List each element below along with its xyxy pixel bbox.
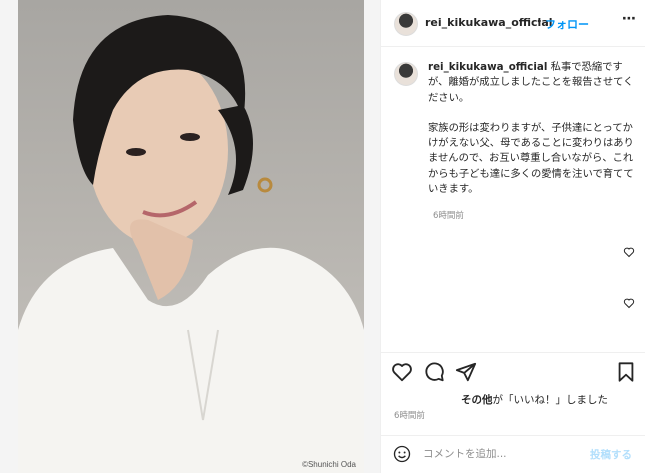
likes-summary: その他が「いいね！」しました <box>461 392 608 407</box>
emoji-icon[interactable] <box>393 445 411 463</box>
portrait-illustration <box>18 15 364 473</box>
more-icon[interactable]: ⋯ <box>622 11 636 27</box>
likes-others-link[interactable]: その他 <box>461 394 493 406</box>
caption-timestamp: 6時間前 <box>433 211 464 221</box>
bookmark-icon[interactable] <box>615 361 637 383</box>
post-timestamp[interactable]: 6時間前 <box>394 409 425 421</box>
heart-icon[interactable] <box>391 361 413 383</box>
avatar[interactable] <box>394 12 418 36</box>
likes-text: が「いいね！」しました <box>492 394 609 406</box>
post-header: rei_kikukawa_official • フォロー ⋯ <box>381 0 645 47</box>
photo-pane: ©Shunichi Oda <box>0 0 380 473</box>
follow-button[interactable]: フォロー <box>545 16 589 32</box>
post-comment-button[interactable]: 投稿する <box>590 447 632 462</box>
post-sidebar: rei_kikukawa_official • フォロー ⋯ rei_kikuk… <box>380 0 645 473</box>
header-username[interactable]: rei_kikukawa_official <box>425 16 553 29</box>
caption-username[interactable]: rei_kikukawa_official <box>428 61 547 73</box>
action-bar <box>381 352 645 391</box>
comment-bar: 投稿する <box>381 435 645 474</box>
header-separator: • <box>536 15 543 28</box>
comment-icon[interactable] <box>423 361 445 383</box>
post-caption: rei_kikukawa_official 私事で恐縮ですが、離婚が成立しました… <box>428 60 636 197</box>
heart-icon[interactable] <box>623 297 635 309</box>
caption-para2: 家族の形は変わりますが、子供達にとってかけがえない父、母であることに変わりはあり… <box>428 121 634 196</box>
share-icon[interactable] <box>455 361 477 383</box>
post-photo[interactable] <box>18 0 364 473</box>
comment-input[interactable] <box>423 445 573 463</box>
heart-icon[interactable] <box>623 246 635 258</box>
photo-credit: ©Shunichi Oda <box>302 460 356 469</box>
caption-avatar[interactable] <box>394 62 418 86</box>
